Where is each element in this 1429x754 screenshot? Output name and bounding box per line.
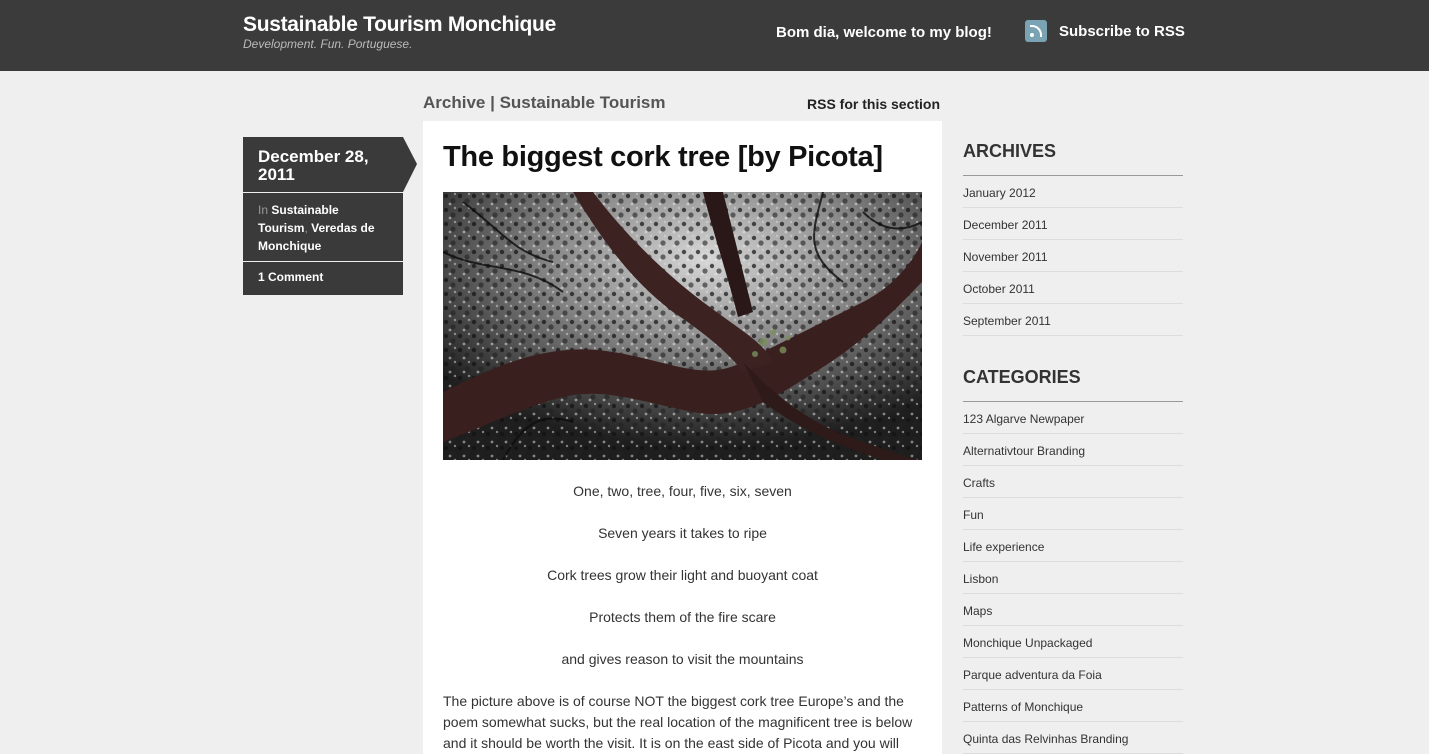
rss-icon[interactable] <box>1025 20 1047 42</box>
poem-line: One, two, tree, four, five, six, seven <box>573 483 792 499</box>
category-link[interactable]: Life experience <box>963 530 1183 562</box>
comments-link[interactable]: 1 Comment <box>243 262 403 295</box>
archive-link[interactable]: September 2011 <box>963 304 1183 336</box>
category-link[interactable]: Monchique Unpackaged <box>963 626 1183 658</box>
subscribe-rss-link[interactable]: Subscribe to RSS <box>1025 20 1185 42</box>
category-link[interactable]: Maps <box>963 594 1183 626</box>
archive-link[interactable]: November 2011 <box>963 240 1183 272</box>
category-link[interactable]: Fun <box>963 498 1183 530</box>
category-link[interactable]: Parque adventura da Foia <box>963 658 1183 690</box>
categories-title: CATEGORIES <box>963 367 1081 387</box>
post-date-box: December 28, 2011 <box>243 137 403 192</box>
category-link[interactable]: Crafts <box>963 466 1183 498</box>
post-categories-box: In Sustainable Tourism, Veredas de Monch… <box>243 193 403 261</box>
site-title[interactable]: Sustainable Tourism Monchique <box>243 13 556 37</box>
in-label: In <box>258 203 269 217</box>
cork-tree-photo <box>443 192 922 460</box>
poem-line: Cork trees grow their light and buoyant … <box>547 567 818 583</box>
subscribe-rss-label[interactable]: Subscribe to RSS <box>1059 23 1185 40</box>
welcome-message: Bom dia, welcome to my blog! <box>776 24 992 41</box>
top-bar: Sustainable Tourism Monchique Developmen… <box>0 0 1429 71</box>
date-arrow <box>403 137 417 192</box>
archive-link[interactable]: January 2012 <box>963 176 1183 208</box>
poem-line: Protects them of the fire scare <box>589 609 776 625</box>
rss-section-link[interactable]: RSS for this section <box>807 96 940 112</box>
category-link[interactable]: Patterns of Monchique <box>963 690 1183 722</box>
archive-link[interactable]: December 2011 <box>963 208 1183 240</box>
archives-title: ARCHIVES <box>963 141 1057 161</box>
archive-heading: Archive | Sustainable Tourism <box>423 93 666 112</box>
poem-line: and gives reason to visit the mountains <box>561 651 804 667</box>
site-tagline: Development. Fun. Portuguese. <box>243 37 413 51</box>
category-link[interactable]: 123 Algarve Newpaper <box>963 402 1183 434</box>
post-date: December 28, 2011 <box>258 147 369 184</box>
cork-tree-image <box>443 192 922 460</box>
category-link[interactable]: Alternativtour Branding <box>963 434 1183 466</box>
category-link[interactable]: Lisbon <box>963 562 1183 594</box>
archive-link[interactable]: October 2011 <box>963 272 1183 304</box>
poem-line: Seven years it takes to ripe <box>598 525 767 541</box>
post-content: The biggest cork tree [by Picota] One, t… <box>423 121 942 754</box>
category-link[interactable]: Quinta das Relvinhas Branding <box>963 722 1183 754</box>
post-paragraph: The picture above is of course NOT the b… <box>443 693 913 751</box>
post-title[interactable]: The biggest cork tree [by Picota] <box>443 141 883 174</box>
